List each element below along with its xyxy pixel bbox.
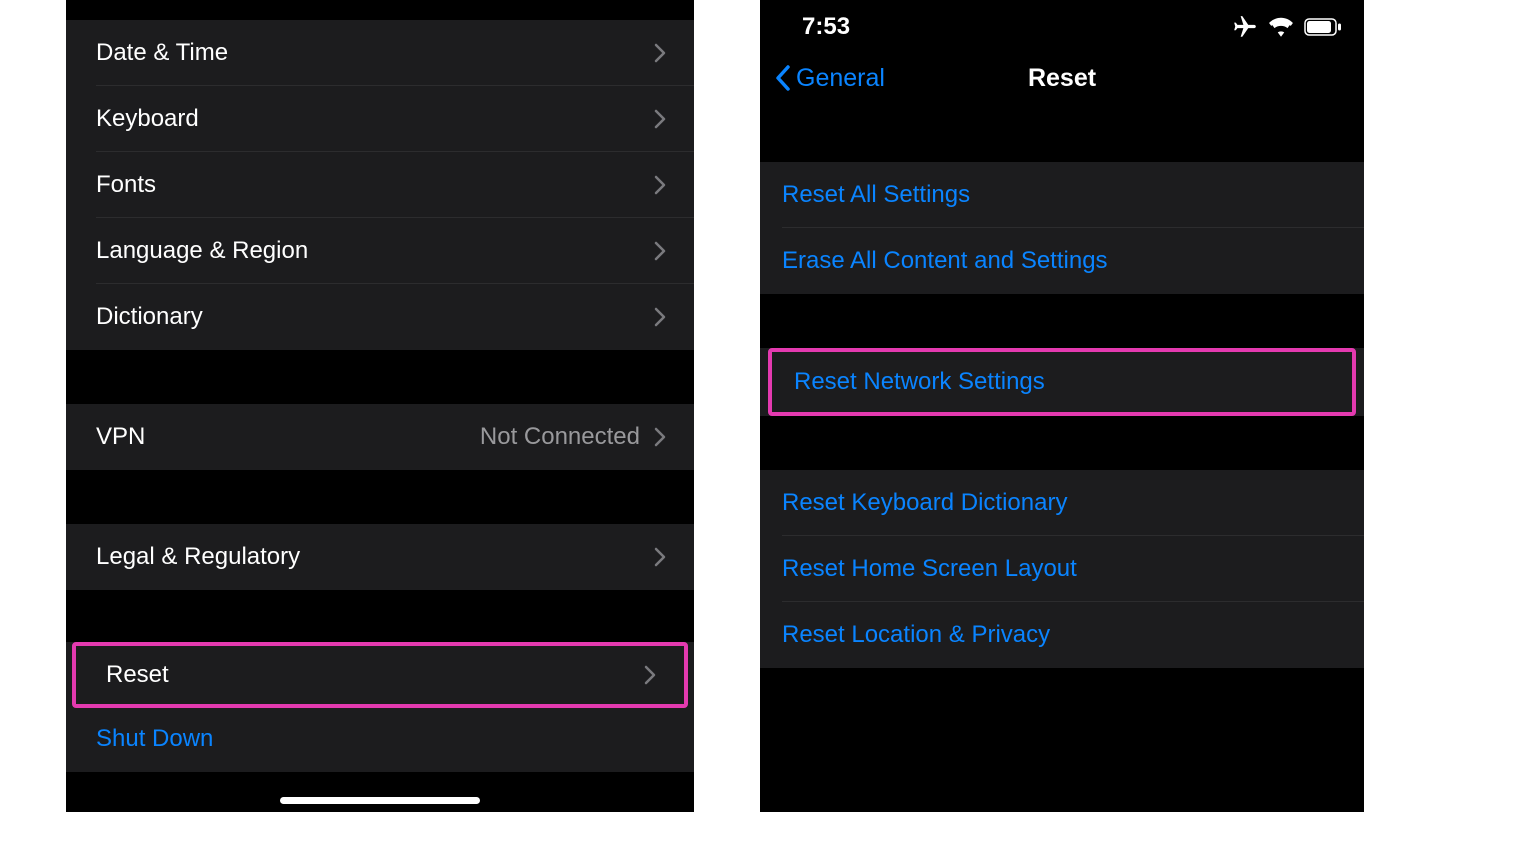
- reset-settings-screen: 7:53 General Reset Reset All Settings Er…: [760, 0, 1364, 812]
- row-label: VPN: [96, 423, 480, 451]
- row-fonts[interactable]: Fonts: [66, 152, 694, 218]
- chevron-right-icon: [644, 665, 656, 685]
- chevron-right-icon: [654, 241, 666, 261]
- row-language-region[interactable]: Language & Region: [66, 218, 694, 284]
- row-label: Reset: [106, 661, 644, 689]
- reset-group-3: Reset Keyboard Dictionary Reset Home Scr…: [760, 470, 1364, 668]
- general-settings-screen: Date & Time Keyboard Fonts Language & Re…: [66, 0, 694, 812]
- reset-group-2: Reset Network Settings: [760, 348, 1364, 416]
- row-label: Legal & Regulatory: [96, 543, 654, 571]
- row-label: Reset All Settings: [782, 181, 970, 209]
- settings-group-legal: Legal & Regulatory: [66, 524, 694, 590]
- reset-group-1: Reset All Settings Erase All Content and…: [760, 162, 1364, 294]
- row-date-time[interactable]: Date & Time: [66, 20, 694, 86]
- home-indicator[interactable]: [280, 797, 480, 804]
- row-label: Date & Time: [96, 39, 654, 67]
- back-button[interactable]: General: [774, 64, 885, 93]
- settings-group-vpn: VPN Not Connected: [66, 404, 694, 470]
- row-label: Reset Network Settings: [794, 368, 1045, 396]
- row-reset-home-screen-layout[interactable]: Reset Home Screen Layout: [760, 536, 1364, 602]
- row-label: Language & Region: [96, 237, 654, 265]
- settings-group-reset: Reset Shut Down: [66, 642, 694, 772]
- row-keyboard[interactable]: Keyboard: [66, 86, 694, 152]
- row-dictionary[interactable]: Dictionary: [66, 284, 694, 350]
- row-legal-regulatory[interactable]: Legal & Regulatory: [66, 524, 694, 590]
- chevron-left-icon: [774, 64, 792, 92]
- chevron-right-icon: [654, 307, 666, 327]
- row-shut-down[interactable]: Shut Down: [66, 706, 694, 772]
- row-reset[interactable]: Reset: [76, 646, 684, 704]
- row-label: Erase All Content and Settings: [782, 247, 1108, 275]
- highlight-annotation: Reset Network Settings: [768, 348, 1356, 416]
- row-label: Dictionary: [96, 303, 654, 331]
- chevron-right-icon: [654, 547, 666, 567]
- row-erase-all-content[interactable]: Erase All Content and Settings: [760, 228, 1364, 294]
- row-label: Shut Down: [96, 725, 666, 753]
- chevron-right-icon: [654, 427, 666, 447]
- back-label: General: [796, 64, 885, 93]
- chevron-right-icon: [654, 109, 666, 129]
- row-reset-network-settings[interactable]: Reset Network Settings: [772, 352, 1352, 412]
- row-label: Fonts: [96, 171, 654, 199]
- status-bar: 7:53: [760, 0, 1364, 48]
- nav-bar: General Reset: [760, 48, 1364, 108]
- highlight-annotation: Reset: [72, 642, 688, 708]
- row-label: Keyboard: [96, 105, 654, 133]
- chevron-right-icon: [654, 43, 666, 63]
- row-label: Reset Home Screen Layout: [782, 555, 1077, 583]
- wifi-icon: [1268, 17, 1294, 37]
- airplane-mode-icon: [1232, 14, 1258, 40]
- chevron-right-icon: [654, 175, 666, 195]
- settings-group-system: Date & Time Keyboard Fonts Language & Re…: [66, 20, 694, 350]
- row-reset-location-privacy[interactable]: Reset Location & Privacy: [760, 602, 1364, 668]
- status-time: 7:53: [802, 13, 850, 41]
- row-detail: Not Connected: [480, 423, 640, 451]
- row-reset-all-settings[interactable]: Reset All Settings: [760, 162, 1364, 228]
- row-vpn[interactable]: VPN Not Connected: [66, 404, 694, 470]
- battery-icon: [1304, 18, 1342, 36]
- row-label: Reset Location & Privacy: [782, 621, 1050, 649]
- row-reset-keyboard-dictionary[interactable]: Reset Keyboard Dictionary: [760, 470, 1364, 536]
- row-label: Reset Keyboard Dictionary: [782, 489, 1067, 517]
